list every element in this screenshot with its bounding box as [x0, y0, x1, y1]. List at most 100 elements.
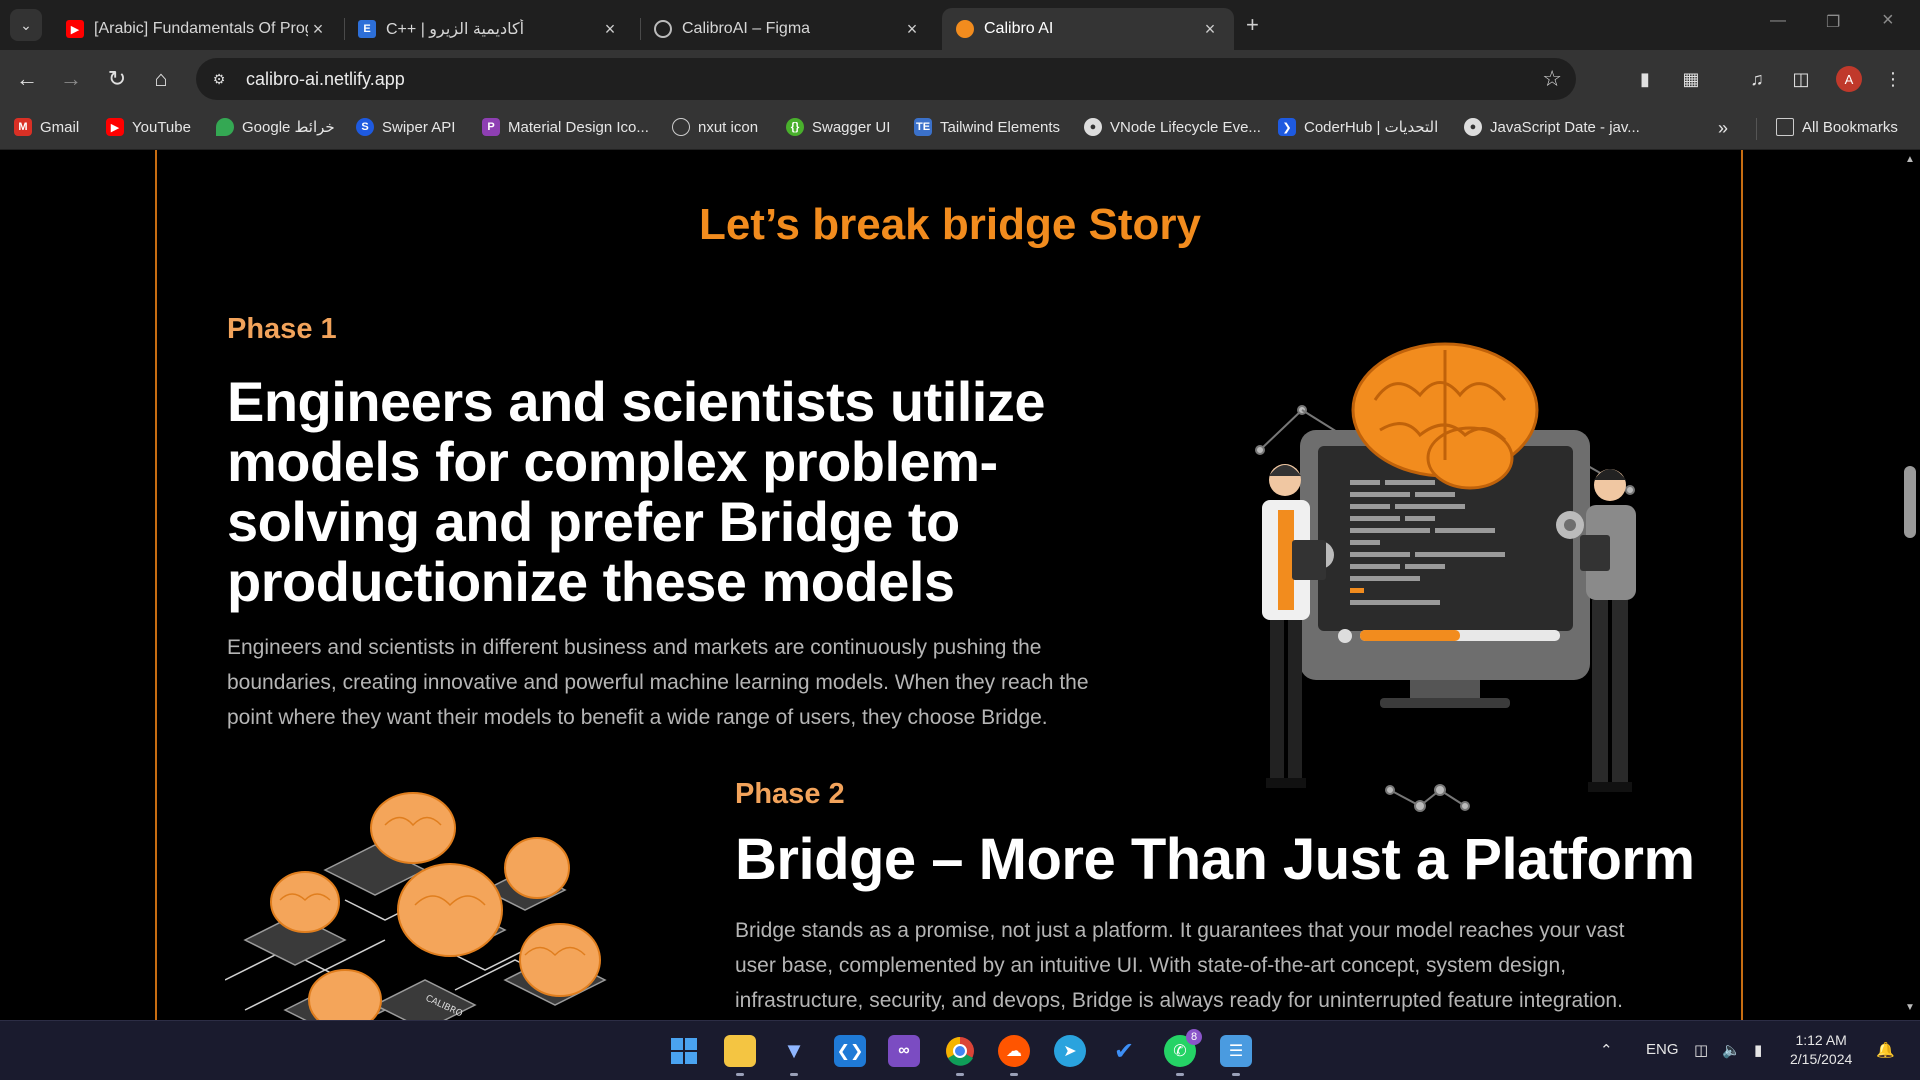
bookmark-label: All Bookmarks — [1802, 118, 1898, 136]
heading-line: models for complex problem- — [227, 430, 998, 493]
bookmark-label: Gmail — [40, 118, 80, 136]
browser-toolbar: ← → ↻ ⌂ ⚙ calibro-ai.netlify.app ☆ ▮ ▦ ♫… — [0, 50, 1920, 108]
media-control-icon[interactable]: ♫ — [1744, 66, 1770, 92]
todo-check-icon[interactable]: ✔ — [1108, 1035, 1140, 1067]
bookmark-google-maps[interactable]: Google خرائط — [216, 118, 335, 136]
phase2-label: Phase 2 — [735, 778, 845, 810]
bookmark-youtube[interactable]: ▶ YouTube — [106, 118, 191, 136]
telegram-icon[interactable]: ➤ — [1054, 1035, 1086, 1067]
tab-youtube[interactable]: ▶ [Arabic] Fundamentals Of Programming × — [52, 8, 342, 50]
forward-button[interactable]: → — [56, 64, 86, 94]
running-indicator — [1232, 1073, 1240, 1076]
arrow-left-icon: ← — [16, 66, 38, 91]
close-tab-icon[interactable]: × — [600, 19, 620, 40]
home-icon: ⌂ — [154, 66, 168, 91]
close-tab-icon[interactable]: × — [902, 19, 922, 40]
scroll-up-icon[interactable]: ▲ — [1905, 154, 1915, 165]
youtube-icon: ▶ — [66, 20, 84, 38]
arrow-right-icon: → — [60, 66, 82, 91]
phase2-body: Bridge stands as a promise, not just a p… — [735, 913, 1775, 1018]
running-indicator — [790, 1073, 798, 1076]
page-scrollbar[interactable]: ▲ ▼ — [1900, 150, 1920, 1020]
home-button[interactable]: ⌂ — [146, 64, 176, 94]
close-tab-icon[interactable]: × — [308, 19, 328, 40]
volume-icon[interactable]: 🔈 — [1722, 1041, 1741, 1059]
double-chevron-right-icon: » — [1718, 118, 1729, 138]
frame-border-left — [155, 150, 157, 1020]
phase1-label: Phase 1 — [227, 313, 337, 345]
bookmark-coderhub[interactable]: ❯ CoderHub | التحديات — [1278, 118, 1438, 136]
vscode-alt-icon[interactable]: ▼ — [778, 1035, 810, 1067]
body-line: Engineers and scientists in different bu… — [227, 636, 1042, 659]
nxut-icon — [672, 118, 690, 136]
bookmark-label: nxut icon — [698, 118, 759, 136]
frame-border-right — [1741, 150, 1743, 1020]
tab-search-button[interactable]: ⌄ — [10, 9, 42, 41]
extension-docs-icon[interactable]: ▮ — [1632, 66, 1658, 92]
address-url[interactable]: calibro-ai.netlify.app — [246, 69, 405, 90]
tab-calibro-ai[interactable]: Calibro AI × — [942, 8, 1234, 50]
soundcloud-icon[interactable]: ☁ — [998, 1035, 1030, 1067]
file-explorer-icon[interactable] — [724, 1035, 756, 1067]
profile-avatar[interactable]: A — [1836, 66, 1862, 92]
close-tab-icon[interactable]: × — [1200, 19, 1220, 40]
bookmark-vnode-lifecycle[interactable]: ● VNode Lifecycle Eve... — [1084, 118, 1261, 136]
bookmark-label: Swagger UI — [812, 118, 891, 136]
bookmarks-overflow-button[interactable]: » — [1718, 118, 1728, 139]
reload-button[interactable]: ↻ — [102, 64, 132, 94]
back-button[interactable]: ← — [12, 64, 42, 94]
youtube-icon: ▶ — [106, 118, 124, 136]
side-panel-icon[interactable]: ◫ — [1788, 66, 1814, 92]
running-indicator — [1176, 1073, 1184, 1076]
bookmark-javascript-date[interactable]: ● JavaScript Date - jav... — [1464, 118, 1640, 136]
bookmark-star-icon[interactable]: ☆ — [1542, 66, 1562, 92]
gmail-icon: M — [14, 118, 32, 136]
whatsapp-notification-badge: 8 — [1186, 1029, 1202, 1045]
bookmark-swiper-api[interactable]: S Swiper API — [356, 118, 455, 136]
bookmark-tailwind-elements[interactable]: TE Tailwind Elements — [914, 118, 1060, 136]
tab-figma[interactable]: CalibroAI – Figma × — [640, 8, 936, 50]
coderhub-icon: ❯ — [1278, 118, 1296, 136]
site-settings-icon[interactable]: ⚙ — [206, 66, 232, 92]
windows-start-icon[interactable] — [668, 1035, 700, 1067]
vscode-icon[interactable]: ❮❯ — [834, 1035, 866, 1067]
body-line: infrastructure, security, and devops, Br… — [735, 989, 1623, 1012]
running-indicator — [736, 1073, 744, 1076]
scroll-down-icon[interactable]: ▼ — [1905, 1002, 1915, 1013]
more-menu-icon[interactable]: ⋮ — [1880, 66, 1906, 92]
heading-line: productionize these models — [227, 550, 955, 613]
calibro-icon — [956, 20, 974, 38]
bookmark-swagger-ui[interactable]: {} Swagger UI — [786, 118, 890, 136]
notepad-icon[interactable]: ☰ — [1220, 1035, 1252, 1067]
swagger-icon: {} — [786, 118, 804, 136]
tray-overflow-icon[interactable]: ⌃ — [1600, 1041, 1613, 1059]
bookmark-material-design[interactable]: P Material Design Ico... — [482, 118, 649, 136]
scrollbar-thumb[interactable] — [1904, 466, 1916, 538]
tab-cpp-academy[interactable]: E C++ | أكاديمية الزيرو × — [344, 8, 634, 50]
bookmark-nxut-icon[interactable]: nxut icon — [672, 118, 758, 136]
network-icon[interactable]: ◫ — [1694, 1041, 1708, 1059]
notification-bell-icon[interactable]: 🔔 — [1876, 1041, 1895, 1059]
e-letter-icon: E — [358, 20, 376, 38]
reload-icon: ↻ — [107, 66, 127, 91]
new-tab-button[interactable]: + — [1246, 12, 1259, 38]
address-bar[interactable]: ⚙ calibro-ai.netlify.app ☆ — [196, 58, 1576, 100]
bookmarks-bar: M Gmail ▶ YouTube Google خرائط S Swiper … — [0, 108, 1920, 150]
battery-icon[interactable]: ▮ — [1754, 1041, 1762, 1059]
phase1-heading: Engineers and scientists utilize models … — [227, 372, 1127, 612]
extensions-puzzle-icon[interactable]: ▦ — [1678, 66, 1704, 92]
chevron-down-icon: ⌄ — [20, 16, 32, 33]
close-window-button[interactable]: × — [1882, 9, 1894, 32]
minimize-button[interactable]: — — [1770, 12, 1786, 30]
system-clock[interactable]: 1:12 AM 2/15/2024 — [1790, 1031, 1852, 1069]
bookmark-label: VNode Lifecycle Eve... — [1110, 118, 1261, 136]
language-indicator[interactable]: ENG — [1646, 1041, 1679, 1058]
restore-button[interactable]: ❐ — [1826, 12, 1840, 32]
all-bookmarks-button[interactable]: All Bookmarks — [1776, 118, 1898, 136]
chrome-icon[interactable] — [944, 1035, 976, 1067]
globe-icon: ● — [1464, 118, 1482, 136]
bookmark-gmail[interactable]: M Gmail — [14, 118, 79, 136]
bookmark-label: JavaScript Date - jav... — [1490, 118, 1640, 136]
tailwind-elements-icon: TE — [914, 118, 932, 136]
visual-studio-icon[interactable]: ∞ — [888, 1035, 920, 1067]
